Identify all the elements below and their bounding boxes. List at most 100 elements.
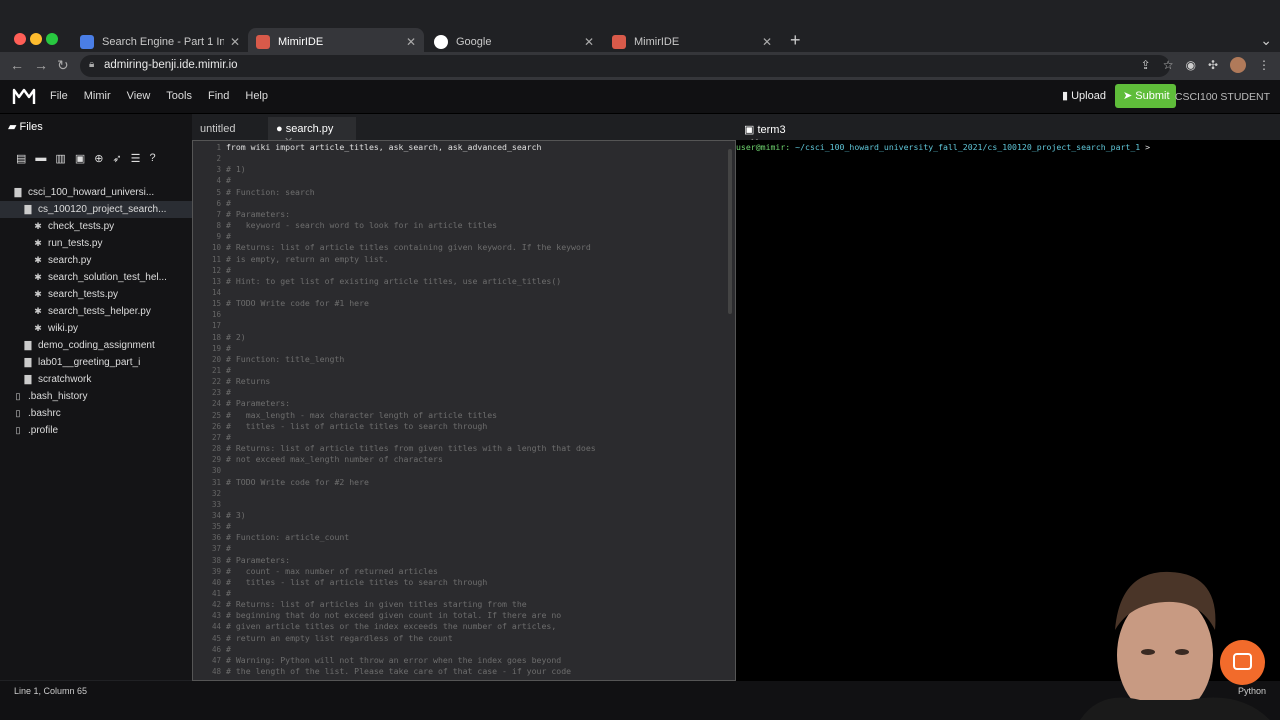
code-line: # Returns: list of articles in given tit…	[226, 599, 527, 610]
tab-search-icon[interactable]: ⌄	[1260, 32, 1272, 49]
maximize-window-button[interactable]	[46, 33, 58, 45]
tree-item[interactable]: ▯ .profile	[0, 422, 192, 439]
folder-icon: ▇	[24, 357, 32, 367]
tree-item-label: .bashrc	[28, 408, 61, 419]
tree-item[interactable]: ✱ search_tests_helper.py	[0, 303, 192, 320]
menu-find[interactable]: Find	[208, 90, 229, 102]
tree-item[interactable]: ▇ cs_100120_project_search...	[0, 201, 192, 218]
tab-label: MimirIDE	[634, 36, 680, 48]
tree-item[interactable]: ✱ search_tests.py	[0, 286, 192, 303]
browser-tabstrip: Search Engine - Part 1 Instruct ✕ MimirI…	[0, 0, 1280, 56]
chat-support-button[interactable]	[1220, 640, 1265, 685]
bookmark-star-icon[interactable]: ☆	[1163, 58, 1174, 72]
share-icon[interactable]: ⇪	[1141, 58, 1151, 72]
submit-button[interactable]: ➤ Submit	[1115, 84, 1176, 108]
google-favicon-icon	[434, 35, 448, 49]
tree-item[interactable]: ✱ search.py	[0, 252, 192, 269]
tab-label: search.py	[285, 123, 334, 135]
lock-icon[interactable]: 🔒︎	[89, 59, 94, 70]
tree-item-label: search.py	[48, 255, 92, 266]
address-bar: ← → ↻ 🔒︎ admiring-benji.ide.mimir.io ⇪ ☆…	[0, 52, 1280, 80]
line-number: 41	[211, 589, 221, 598]
download-icon[interactable]: ▥	[55, 152, 65, 182]
line-number: 32	[211, 488, 221, 498]
code-line: #	[226, 175, 231, 186]
file-icon: ▯	[15, 425, 21, 435]
line-number: 20	[211, 354, 221, 364]
code-editor[interactable]: 1 from wiki import article_titles, ask_se…	[192, 140, 736, 681]
close-icon[interactable]: ✕	[762, 35, 772, 49]
prompt-end: >	[1140, 142, 1151, 152]
close-icon[interactable]: ✕	[406, 35, 416, 49]
tree-item[interactable]: ▇ demo_coding_assignment	[0, 337, 192, 354]
line-number: 6	[216, 198, 221, 208]
tab-term3[interactable]: ▣ term3 ✕	[736, 117, 806, 149]
close-window-button[interactable]	[14, 33, 26, 45]
line-number: 46	[211, 644, 221, 654]
mimir-favicon-icon	[612, 35, 626, 49]
reload-icon[interactable]: ↻	[57, 57, 69, 74]
menu-file[interactable]: File	[50, 90, 68, 102]
list-icon[interactable]: ☰	[131, 152, 141, 182]
menu-help[interactable]: Help	[245, 90, 268, 102]
menu-view[interactable]: View	[127, 90, 151, 102]
line-number: 24	[211, 399, 221, 409]
tree-item[interactable]: ▯ .bash_history	[0, 388, 192, 405]
tree-item[interactable]: ▯ .bashrc	[0, 405, 192, 422]
line-number: 48	[211, 667, 221, 677]
code-line: # Returns	[226, 376, 271, 387]
puzzle-icon[interactable]: ✣	[1208, 58, 1218, 72]
help-icon[interactable]: ?	[150, 152, 156, 182]
new-folder-icon[interactable]: ▬	[35, 152, 46, 182]
menu-mimir[interactable]: Mimir	[84, 90, 111, 102]
minimize-window-button[interactable]	[30, 33, 42, 45]
close-icon[interactable]: ✕	[584, 35, 594, 49]
extension-icon[interactable]: ◉	[1185, 58, 1195, 72]
tree-item[interactable]: ▇ csci_100_howard_universi...	[0, 184, 192, 201]
files-icon: ▰	[8, 121, 20, 133]
send-icon[interactable]: ➶	[112, 152, 121, 182]
code-line: # 1)	[226, 164, 246, 175]
tree-item[interactable]: ▇ lab01__greeting_part_i	[0, 354, 192, 371]
terminal-icon[interactable]: ▣	[75, 152, 85, 182]
line-number: 39	[211, 566, 221, 576]
upload-button[interactable]: ▮ Upload	[1054, 85, 1114, 107]
line-number: 13	[211, 276, 221, 286]
tab-label: MimirIDE	[278, 36, 324, 48]
tree-item[interactable]: ✱ check_tests.py	[0, 218, 192, 235]
line-number: 47	[211, 655, 221, 665]
tree-item[interactable]: ✱ wiki.py	[0, 320, 192, 337]
tab-untitled[interactable]: untitled	[192, 117, 268, 140]
code-line: # Parameters:	[226, 554, 291, 565]
editor-scrollbar[interactable]	[728, 149, 732, 314]
menu-tools[interactable]: Tools	[166, 90, 192, 102]
new-tab-icon[interactable]: +	[790, 30, 801, 51]
tree-item-label: .profile	[28, 425, 59, 436]
code-line: # Parameters:	[226, 398, 291, 409]
tab-label: Google	[456, 36, 492, 48]
url-field[interactable]: 🔒︎ admiring-benji.ide.mimir.io	[80, 55, 1170, 77]
python-file-icon: ✱	[34, 238, 42, 248]
submit-label: Submit	[1135, 90, 1170, 102]
forward-icon[interactable]: →	[34, 57, 48, 73]
prompt-path: ~/csci_100_howard_university_fall_2021/c…	[790, 142, 1141, 152]
editor-tabbar: untitled ● search.py ✕	[192, 114, 736, 148]
close-icon[interactable]: ✕	[230, 35, 240, 49]
new-file-icon[interactable]: ▤	[16, 152, 26, 182]
profile-avatar[interactable]	[1230, 57, 1246, 73]
files-header[interactable]: ▰ Files	[0, 114, 192, 140]
line-number: 7	[216, 209, 221, 219]
code-line: #	[226, 387, 231, 398]
line-number: 21	[211, 366, 221, 375]
user-label[interactable]: CSCI100 STUDENT	[1175, 91, 1270, 103]
tree-item[interactable]: ▇ scratchwork	[0, 371, 192, 388]
tab-search-py[interactable]: ● search.py ✕	[268, 117, 356, 148]
tree-item[interactable]: ✱ search_solution_test_hel...	[0, 269, 192, 286]
kebab-menu-icon[interactable]: ⋮	[1258, 58, 1270, 72]
tree-item[interactable]: ✱ run_tests.py	[0, 235, 192, 252]
globe-icon[interactable]: ⊕	[94, 152, 103, 182]
tab-label: Search Engine - Part 1 Instruct	[102, 36, 224, 48]
line-number: 42	[211, 600, 221, 610]
back-icon[interactable]: ←	[10, 57, 24, 73]
files-sidebar: ▰ Files ▤ ▬ ▥ ▣ ⊕ ➶ ☰ ? ▇ csci_100_howard…	[0, 114, 192, 680]
